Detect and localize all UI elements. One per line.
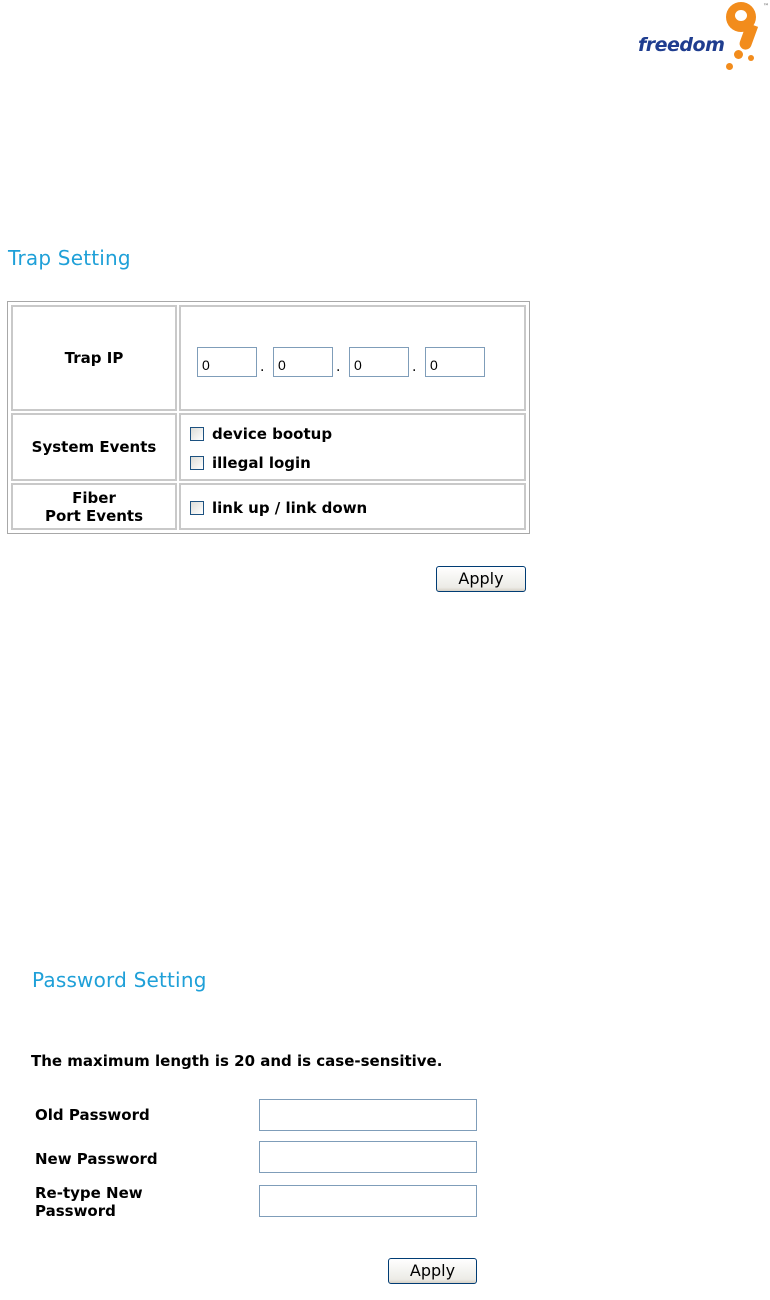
logo-dot-icon xyxy=(748,55,754,61)
device-bootup-checkbox[interactable] xyxy=(190,427,204,441)
system-events-value-cell: device bootup illegal login xyxy=(179,413,526,481)
trap-setting-table: Trap IP . . . System Events device bootu… xyxy=(7,301,530,534)
freedom9-logo: freedom ™ xyxy=(630,0,770,80)
retype-password-input[interactable] xyxy=(259,1185,477,1217)
trap-ip-label-cell: Trap IP xyxy=(11,305,177,411)
new-password-label: New Password xyxy=(35,1150,158,1168)
ip-separator: . xyxy=(336,359,341,375)
trap-ip-octet-2[interactable] xyxy=(273,347,333,377)
trap-apply-button[interactable]: Apply xyxy=(436,566,526,592)
logo-text: freedom xyxy=(638,34,725,56)
trap-ip-value-cell: . . . xyxy=(179,305,526,411)
password-length-note: The maximum length is 20 and is case-sen… xyxy=(31,1052,443,1070)
ip-separator: . xyxy=(412,359,417,375)
trap-ip-octet-4[interactable] xyxy=(425,347,485,377)
link-up-down-option[interactable]: link up / link down xyxy=(190,499,367,517)
device-bootup-label: device bootup xyxy=(212,425,333,443)
logo-dot-icon xyxy=(726,63,733,70)
fiber-label-line1: Fiber xyxy=(72,488,116,507)
system-events-label: System Events xyxy=(31,438,157,456)
fiber-label-line2: Port Events xyxy=(44,506,144,525)
ip-separator: . xyxy=(260,359,265,375)
trap-setting-title: Trap Setting xyxy=(8,246,131,270)
trap-ip-octet-1[interactable] xyxy=(197,347,257,377)
password-setting-title: Password Setting xyxy=(32,968,207,992)
fiber-port-events-label-cell: Fiber Port Events xyxy=(11,483,177,530)
trap-ip-label: Trap IP xyxy=(64,349,124,367)
retype-label-line2: Password xyxy=(35,1202,116,1220)
illegal-login-checkbox[interactable] xyxy=(190,456,204,470)
device-bootup-option[interactable]: device bootup xyxy=(190,425,332,443)
trademark-mark: ™ xyxy=(763,3,769,10)
retype-password-label: Re-type New Password xyxy=(35,1184,143,1220)
fiber-port-events-label: Fiber Port Events xyxy=(45,489,143,525)
illegal-login-label: illegal login xyxy=(212,454,311,472)
old-password-input[interactable] xyxy=(259,1099,477,1131)
illegal-login-option[interactable]: illegal login xyxy=(190,454,311,472)
password-apply-button[interactable]: Apply xyxy=(388,1258,477,1284)
link-up-down-checkbox[interactable] xyxy=(190,501,204,515)
new-password-input[interactable] xyxy=(259,1141,477,1173)
fiber-port-events-value-cell: link up / link down xyxy=(179,483,526,530)
link-up-down-label: link up / link down xyxy=(212,499,368,517)
trap-ip-octet-3[interactable] xyxy=(349,347,409,377)
system-events-label-cell: System Events xyxy=(11,413,177,481)
retype-label-line1: Re-type New xyxy=(35,1184,143,1202)
logo-dot-icon xyxy=(734,50,743,59)
old-password-label: Old Password xyxy=(35,1106,150,1124)
